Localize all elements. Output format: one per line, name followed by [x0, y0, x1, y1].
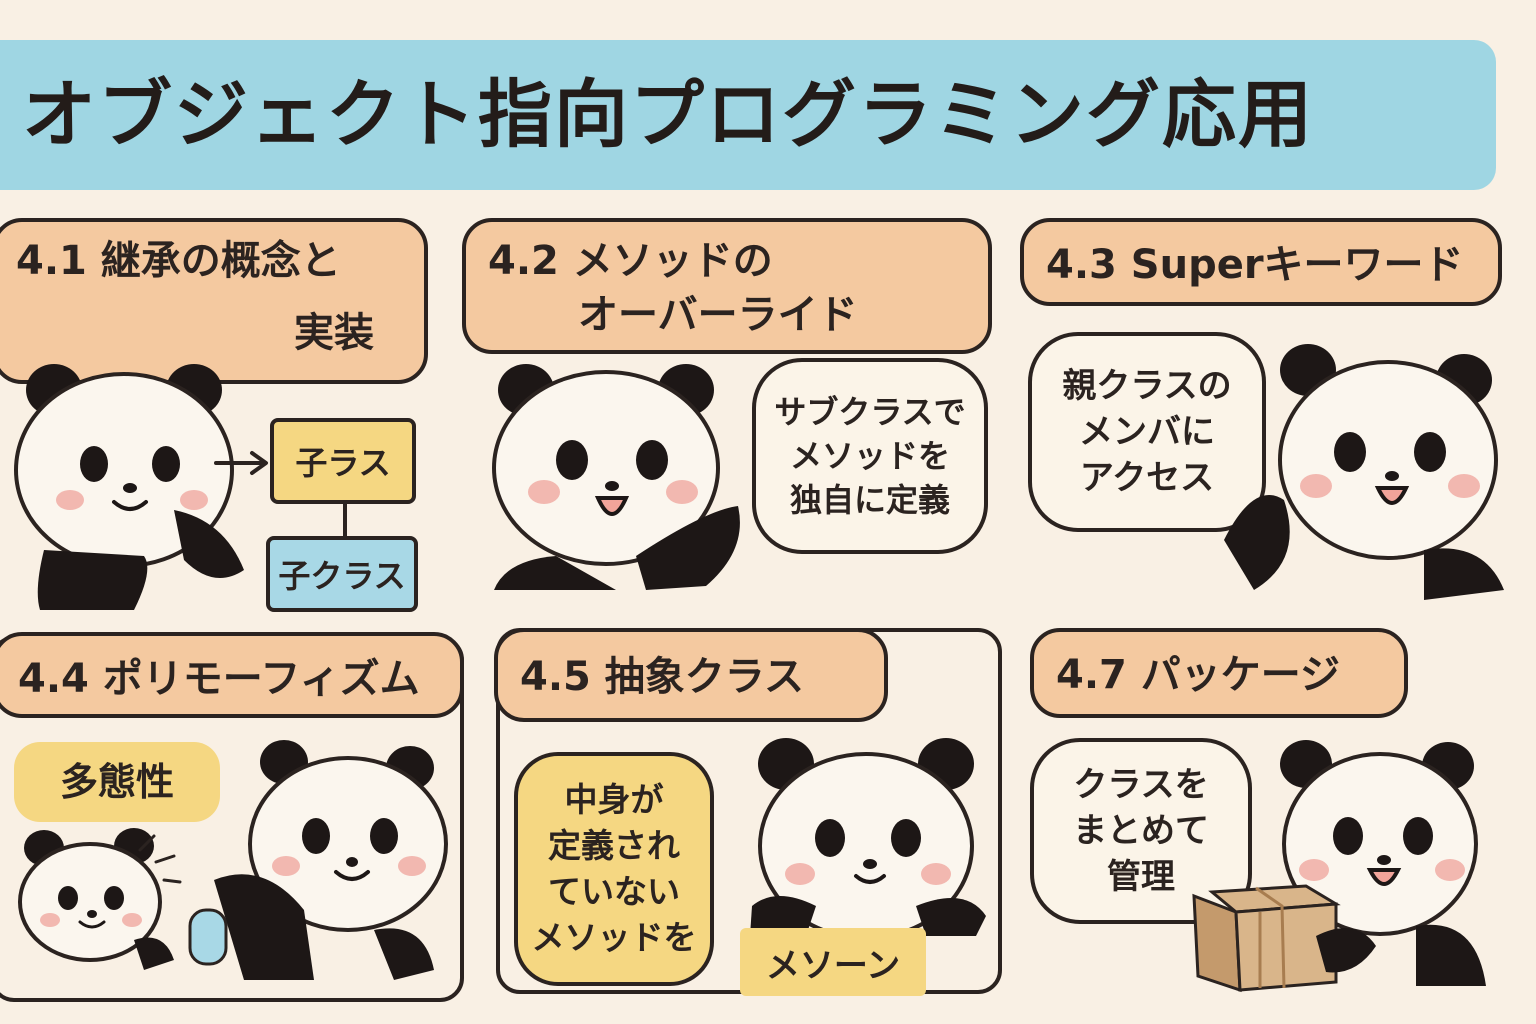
- panda-carrying-box-icon: [1192, 740, 1486, 993]
- section-4-2-heading: 4.2 メソッドの オーバーライド: [462, 218, 992, 354]
- arrow-icon: [214, 451, 268, 475]
- section-4-2-note: サブクラスで メソッドを 独自に定義: [752, 358, 988, 554]
- panda-waving-icon: [492, 364, 740, 590]
- panda-holding-sign-icon: [750, 738, 986, 940]
- panda-parent-child-icon: [18, 740, 448, 980]
- section-4-5-heading: 4.5 抽象クラス: [494, 628, 888, 722]
- page-title: オブジェクト指向プログラミング応用: [22, 72, 1314, 158]
- connector-line: [343, 502, 347, 538]
- panda-happy-icon: [1224, 344, 1504, 600]
- section-4-3-heading: 4.3 Superキーワード: [1020, 218, 1502, 306]
- panda-pointing-icon: [14, 364, 244, 610]
- child-class-box-bottom: 子クラス: [266, 536, 418, 612]
- child-class-box-top: 子ラス: [270, 418, 416, 504]
- section-4-4-heading: 4.4 ポリモーフィズム: [0, 632, 464, 718]
- title-banner: オブジェクト指向プログラミング応用: [0, 40, 1496, 190]
- section-4-5-sign: メソーン: [740, 928, 926, 996]
- section-4-7-heading: 4.7 パッケージ: [1030, 628, 1408, 718]
- section-4-5-note: 中身が 定義され ていない メソッドを: [514, 752, 714, 986]
